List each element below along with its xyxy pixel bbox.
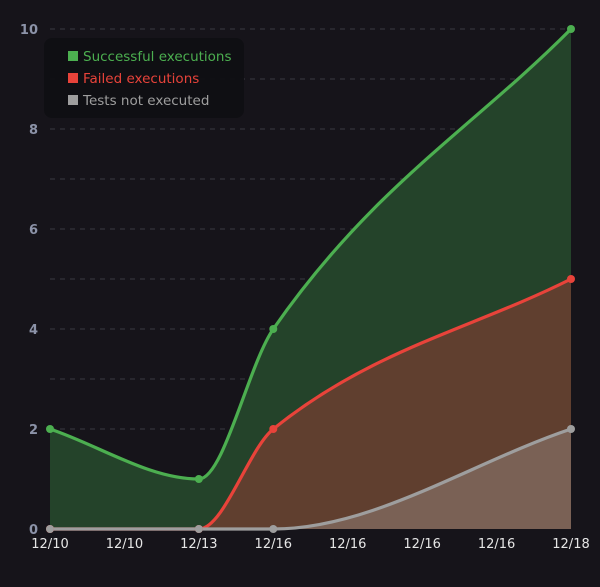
x-tick-label: 12/16: [329, 537, 366, 552]
point-series-1-2[interactable]: [269, 425, 278, 433]
legend-label-1[interactable]: Failed executions: [83, 71, 199, 87]
y-tick-label: 0: [29, 523, 38, 538]
point-series-0-3[interactable]: [567, 25, 575, 33]
x-tick-label: 12/10: [106, 537, 143, 552]
executions-area-chart: 0 2 4 6 8 10 12/10 12/10 12/13 12/16 12/16 12/16 12/…: [20, 23, 590, 552]
y-tick-label: 4: [29, 323, 38, 338]
point-series-0-1[interactable]: [194, 475, 203, 483]
point-series-0-0[interactable]: [46, 425, 54, 433]
legend-swatch-1: [68, 73, 78, 83]
point-series-2-0[interactable]: [46, 525, 54, 533]
x-tick-label: 12/16: [255, 537, 292, 552]
chart-legend: Successful executions Failed executions Te…: [44, 38, 244, 118]
x-tick-label: 12/10: [31, 537, 68, 552]
y-tick-label: 6: [29, 223, 38, 238]
legend-swatch-2: [68, 95, 78, 105]
point-series-2-3[interactable]: [567, 425, 575, 433]
x-tick-label: 12/16: [478, 537, 515, 552]
x-tick-label: 12/16: [403, 537, 440, 552]
point-series-0-2[interactable]: [269, 325, 278, 333]
legend-label-0[interactable]: Successful executions: [83, 49, 232, 65]
x-tick-label: 12/13: [180, 537, 217, 552]
y-tick-label: 8: [29, 123, 38, 138]
y-tick-label: 2: [29, 423, 38, 438]
point-series-2-2[interactable]: [269, 525, 278, 533]
y-tick-label: 10: [20, 23, 38, 38]
legend-label-2[interactable]: Tests not executed: [82, 93, 209, 109]
point-series-1-3[interactable]: [567, 275, 575, 283]
legend-swatch-0: [68, 51, 78, 61]
x-tick-label: 12/18: [552, 537, 589, 552]
point-series-2-1[interactable]: [194, 525, 203, 533]
